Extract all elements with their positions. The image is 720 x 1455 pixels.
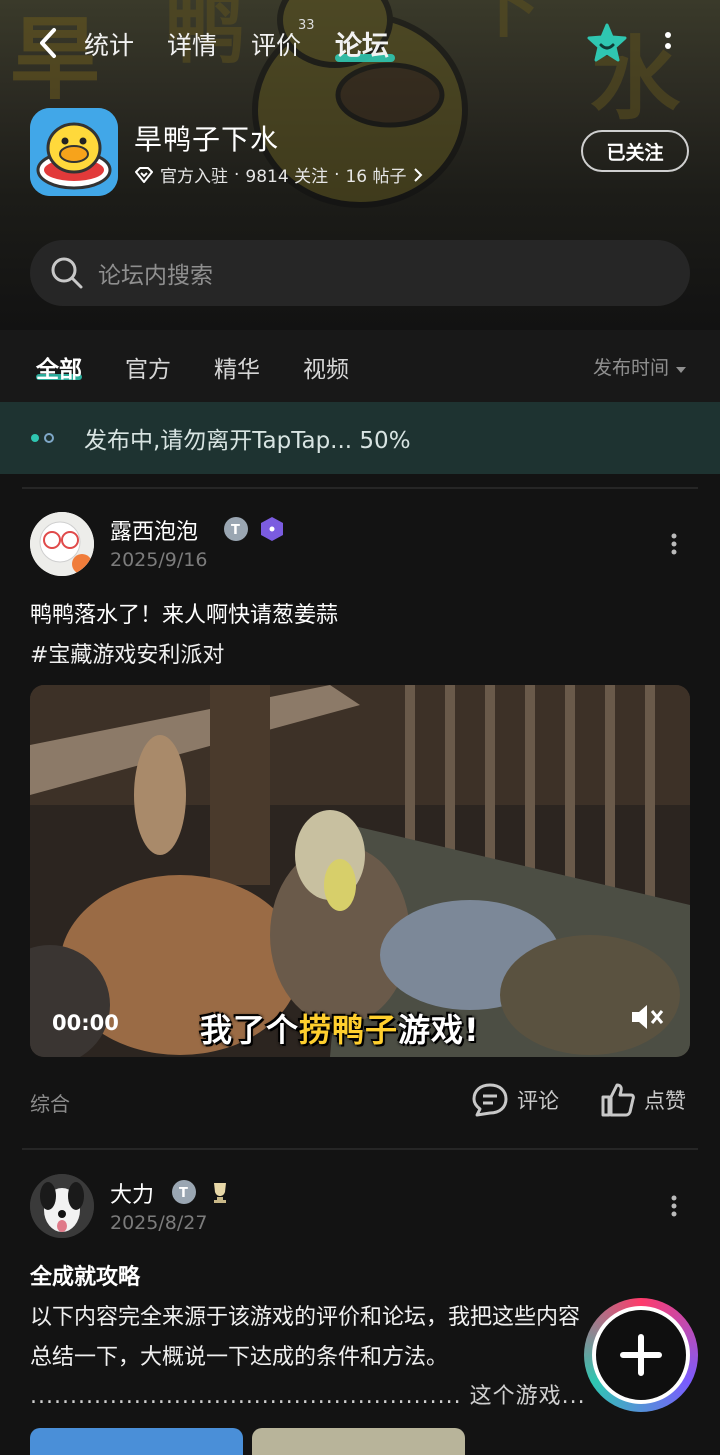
- avatar[interactable]: [30, 512, 94, 576]
- tab-details[interactable]: 详情: [167, 26, 217, 62]
- caret-down-icon: [676, 367, 687, 373]
- subtitle-part: 游戏!: [398, 1011, 480, 1049]
- app-icon[interactable]: [30, 108, 118, 196]
- filter-all[interactable]: 全部: [36, 350, 82, 384]
- like-button[interactable]: 点赞: [600, 1082, 686, 1118]
- post-excerpt: ........................................…: [30, 1384, 586, 1409]
- top-navigation: 统计 详情 评价 33 论坛: [0, 0, 720, 88]
- subtitle-highlight: 捞鸭子: [299, 1011, 399, 1049]
- followers-count: 9814 关注: [245, 167, 329, 187]
- divider: [22, 487, 698, 489]
- more-vertical-icon[interactable]: [670, 532, 678, 556]
- post-date: 2025/8/27: [110, 1212, 208, 1234]
- post-hashtag[interactable]: #宝藏游戏安利派对: [30, 637, 224, 669]
- post-excerpt: 以下内容完全来源于该游戏的评价和论坛，我把这些内容: [30, 1305, 581, 1330]
- meta-separator: ·: [334, 164, 340, 185]
- avatar-image: [30, 1174, 94, 1238]
- loading-dots-icon: [31, 433, 54, 443]
- post-date: 2025/9/16: [110, 549, 208, 571]
- meta-separator: ·: [234, 164, 240, 185]
- upload-progress-banner: 发布中,请勿离开TapTap... 50%: [0, 402, 720, 474]
- dice-badge-icon: [261, 517, 283, 541]
- avatar-image: [30, 512, 94, 576]
- chevron-right-icon[interactable]: [413, 167, 423, 183]
- level-badge-icon: T: [224, 517, 248, 541]
- upload-progress-text: 发布中,请勿离开TapTap... 50%: [84, 428, 411, 454]
- search-icon: [51, 257, 83, 289]
- trophy-badge-icon: [214, 1183, 226, 1203]
- filter-featured[interactable]: 精华: [214, 350, 260, 384]
- follow-button[interactable]: 已关注: [581, 130, 689, 172]
- duck-logo-icon: [30, 108, 118, 196]
- like-label: 点赞: [644, 1089, 686, 1113]
- post-title[interactable]: 鸭鸭落水了！来人啊快请葱姜蒜: [30, 597, 338, 629]
- post-thumbnail[interactable]: [30, 1428, 243, 1455]
- reviews-count-badge: 33: [298, 18, 315, 33]
- comment-icon: [472, 1083, 508, 1117]
- create-post-button[interactable]: [592, 1306, 690, 1404]
- thumbs-up-icon: [601, 1083, 635, 1117]
- forum-search-input[interactable]: 论坛内搜索: [30, 240, 690, 306]
- post-excerpt: 总结一下，大概说一下达成的条件和方法。: [30, 1345, 449, 1370]
- official-label: 官方入驻: [160, 167, 228, 187]
- search-placeholder: 论坛内搜索: [98, 263, 213, 289]
- sort-label: 发布时间: [593, 357, 670, 379]
- star-icon[interactable]: [586, 22, 628, 64]
- post-author[interactable]: 露西泡泡: [110, 514, 198, 546]
- svg-text:T: T: [231, 523, 240, 538]
- chevron-left-icon[interactable]: [34, 26, 64, 60]
- post-author[interactable]: 大力: [110, 1177, 154, 1209]
- official-diamond-icon: [135, 166, 153, 183]
- app-meta: 官方入驻 · 9814 关注 · 16 帖子: [134, 162, 423, 187]
- filter-video[interactable]: 视频: [303, 350, 349, 384]
- app-name: 旱鸭子下水: [134, 123, 280, 156]
- more-vertical-icon[interactable]: [670, 1194, 678, 1218]
- tab-forum[interactable]: 论坛: [335, 24, 389, 63]
- video-frame: [30, 685, 690, 1057]
- subtitle-part: 我了个: [200, 1011, 300, 1049]
- comment-button[interactable]: 评论: [471, 1082, 559, 1118]
- more-vertical-icon[interactable]: [662, 30, 674, 58]
- post-category[interactable]: 综合: [30, 1088, 70, 1117]
- video-subtitle: 我了个捞鸭子游戏!: [200, 1005, 480, 1051]
- svg-text:T: T: [179, 1186, 188, 1201]
- mute-icon[interactable]: [628, 1001, 664, 1033]
- video-player[interactable]: 00:00 我了个捞鸭子游戏!: [30, 685, 690, 1057]
- video-timestamp: 00:00: [52, 1011, 119, 1035]
- post-title[interactable]: 全成就攻略: [30, 1259, 140, 1291]
- sort-dropdown[interactable]: 发布时间: [593, 353, 687, 380]
- posts-count[interactable]: 16 帖子: [345, 162, 406, 187]
- filter-official[interactable]: 官方: [125, 350, 171, 384]
- avatar[interactable]: [30, 1174, 94, 1238]
- tab-reviews[interactable]: 评价: [251, 26, 301, 62]
- tab-stats[interactable]: 统计: [84, 26, 134, 62]
- level-badge-icon: T: [172, 1180, 196, 1204]
- divider: [22, 1148, 698, 1150]
- comment-label: 评论: [517, 1089, 559, 1113]
- post-thumbnail[interactable]: [252, 1428, 465, 1455]
- plus-icon: [620, 1334, 662, 1376]
